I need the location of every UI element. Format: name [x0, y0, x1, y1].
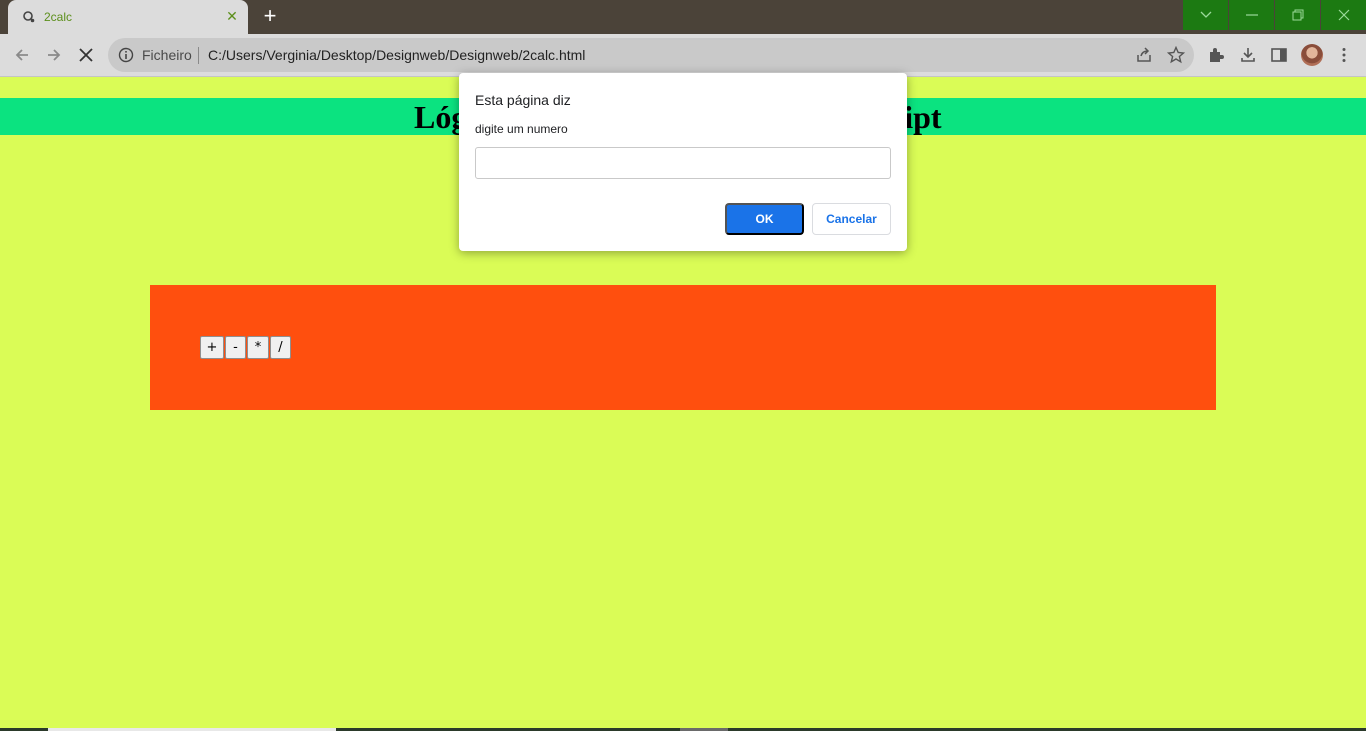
- cancel-button[interactable]: Cancelar: [812, 203, 891, 235]
- tab-title: 2calc: [44, 10, 73, 24]
- side-panel-icon[interactable]: [1270, 46, 1288, 64]
- omnibox-divider: [198, 47, 199, 64]
- minimize-icon[interactable]: [1229, 0, 1274, 30]
- prompt-input[interactable]: [475, 147, 891, 179]
- avatar[interactable]: [1301, 44, 1323, 66]
- calculator-box: [150, 285, 1216, 410]
- tab-strip: 2calc ✕ +: [0, 0, 1366, 34]
- info-icon[interactable]: [118, 47, 134, 63]
- divide-button[interactable]: /: [270, 336, 291, 359]
- browser-toolbar: Ficheiro C:/Users/Verginia/Desktop/Desig…: [0, 34, 1366, 77]
- prompt-dialog: Esta página diz digite um numero OK Canc…: [459, 73, 907, 251]
- loading-globe-icon: [23, 11, 35, 23]
- close-icon[interactable]: [1321, 0, 1366, 30]
- restore-icon[interactable]: [1275, 0, 1320, 30]
- chevron-down-icon[interactable]: [1183, 0, 1228, 30]
- share-icon[interactable]: [1135, 46, 1153, 64]
- extensions-icon[interactable]: [1207, 46, 1225, 64]
- address-bar[interactable]: Ficheiro C:/Users/Verginia/Desktop/Desig…: [108, 38, 1194, 72]
- add-button[interactable]: +: [200, 336, 224, 359]
- forward-arrow-icon[interactable]: [41, 42, 67, 68]
- download-icon[interactable]: [1239, 46, 1257, 64]
- star-icon[interactable]: [1167, 46, 1185, 64]
- browser-tab[interactable]: 2calc ✕: [8, 0, 248, 34]
- dialog-message: digite um numero: [475, 122, 568, 136]
- plus-icon[interactable]: +: [258, 5, 282, 28]
- back-arrow-icon[interactable]: [9, 42, 35, 68]
- subtract-button[interactable]: -: [225, 336, 246, 359]
- more-vert-icon[interactable]: [1335, 46, 1353, 64]
- close-icon[interactable]: ✕: [224, 8, 240, 24]
- multiply-button[interactable]: *: [247, 336, 269, 359]
- ok-button[interactable]: OK: [725, 203, 804, 235]
- stop-loading-icon[interactable]: [73, 42, 99, 68]
- dialog-title: Esta página diz: [475, 92, 571, 108]
- url-text[interactable]: C:/Users/Verginia/Desktop/Designweb/Desi…: [208, 47, 585, 63]
- scheme-label: Ficheiro: [142, 47, 192, 63]
